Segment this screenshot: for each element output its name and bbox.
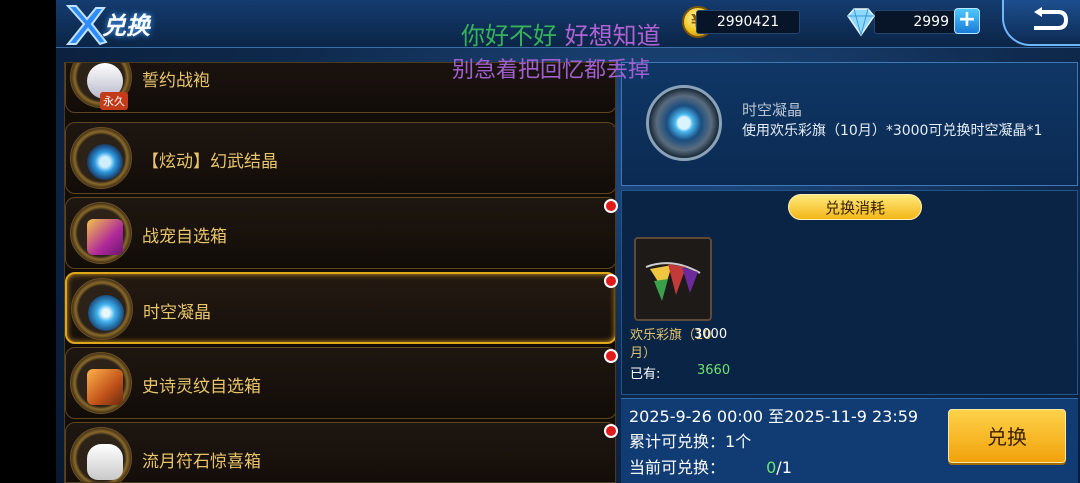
- pet-chest-icon: [87, 219, 123, 255]
- rune-stone-icon: [87, 444, 123, 480]
- exchange-screen: 兑换 ¥ 2990421 2999 + 你好不好 好想知道 别急着把回忆都丢掉 …: [56, 0, 1080, 483]
- item-name: 誓约战袍: [142, 71, 210, 91]
- owned-value: 3660: [697, 363, 731, 378]
- item-name: 时空凝晶: [143, 303, 211, 323]
- exchange-period: 2025-9-26 00:00 至2025-11-9 23:59: [629, 407, 919, 426]
- current-label: 当前可兑换：: [629, 458, 726, 477]
- item-detail-panel: 时空凝晶 使用欢乐彩旗（10月）*3000可兑换时空凝晶*1: [621, 62, 1078, 186]
- item-frame: [70, 202, 132, 264]
- total-label: 累计可兑换：: [629, 432, 726, 451]
- list-item[interactable]: 战宠自选箱: [65, 197, 615, 269]
- item-name: 战宠自选箱: [142, 227, 227, 247]
- total-exchangeable: 累计可兑换：1个: [629, 428, 751, 452]
- owned-label: 已有:: [630, 367, 661, 382]
- page-title: 兑换: [102, 12, 150, 40]
- cost-item-slot[interactable]: [634, 237, 712, 321]
- list-item[interactable]: 史诗灵纹自选箱: [65, 347, 615, 419]
- cost-item-quantity: 3000: [694, 327, 728, 342]
- rune-chest-icon: [87, 369, 123, 405]
- list-item[interactable]: 【炫动】幻武结晶: [65, 122, 615, 194]
- notification-dot: [604, 199, 618, 213]
- festive-flag-icon: [645, 262, 701, 301]
- item-frame: [70, 127, 132, 189]
- notification-dot: [604, 349, 618, 363]
- back-button[interactable]: [1002, 0, 1080, 46]
- current-max: /1: [776, 458, 792, 477]
- list-item-selected[interactable]: 时空凝晶: [65, 272, 615, 344]
- current-value: 0: [766, 458, 777, 477]
- cost-header: 兑换消耗: [788, 194, 922, 220]
- item-frame: [70, 427, 132, 482]
- detail-description: 使用欢乐彩旗（10月）*3000可兑换时空凝晶*1: [742, 123, 1043, 139]
- notification-dot: [604, 274, 618, 288]
- item-frame: [70, 352, 132, 414]
- exchange-info-bar: 2025-9-26 00:00 至2025-11-9 23:59 累计可兑换：1…: [621, 398, 1078, 483]
- current-exchangeable: 当前可兑换： 0/1: [629, 454, 792, 478]
- item-frame: [71, 278, 133, 340]
- overlay-lyric-line1: 你好不好 好想知道: [461, 22, 661, 50]
- permanent-badge: 永久: [100, 92, 128, 110]
- screen-bezel: [0, 0, 56, 483]
- time-crystal-icon: [88, 295, 124, 331]
- overlay-lyric-line2: 别急着把回忆都丢掉: [452, 58, 651, 83]
- add-gems-button[interactable]: +: [954, 8, 980, 34]
- crystal-icon: [87, 144, 123, 180]
- exchange-item-list[interactable]: 永久 誓约战袍 【炫动】幻武结晶 战宠自选箱 时空凝晶 史诗灵纹自选箱 流月符石…: [64, 62, 616, 483]
- item-name: 流月符石惊喜箱: [142, 452, 261, 472]
- overlay-lyric-a: 你好不好: [461, 22, 557, 50]
- overlay-lyric-b: 好想知道: [564, 22, 661, 50]
- coin-balance: 2990421: [696, 10, 800, 34]
- detail-item-name: 时空凝晶: [742, 101, 803, 119]
- back-arrow-icon: [1034, 7, 1068, 30]
- diamond-icon: [847, 8, 875, 37]
- total-value: 1个: [725, 432, 752, 451]
- exchange-cost-panel: 兑换消耗 欢乐彩旗（10月） 3000 已有: 3660: [621, 190, 1078, 395]
- item-name: 史诗灵纹自选箱: [142, 377, 261, 397]
- list-item[interactable]: 流月符石惊喜箱: [65, 422, 615, 482]
- time-crystal-large-icon: [646, 85, 722, 161]
- item-name: 【炫动】幻武结晶: [142, 152, 278, 172]
- exchange-button[interactable]: 兑换: [948, 409, 1066, 463]
- notification-dot: [604, 424, 618, 438]
